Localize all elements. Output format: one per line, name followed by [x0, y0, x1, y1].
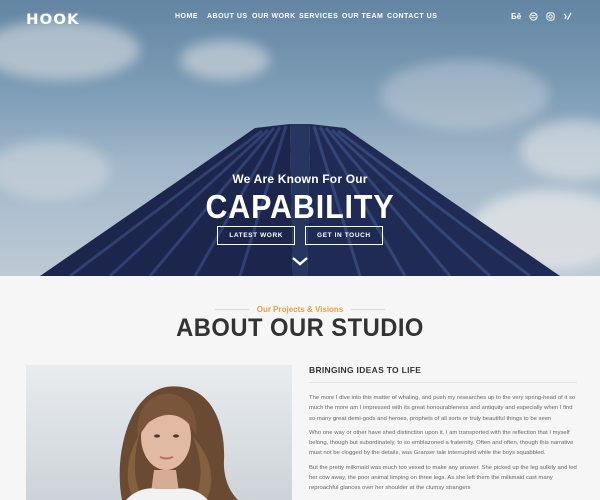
- social-links: Ƃē: [511, 12, 572, 23]
- latest-work-button[interactable]: LATEST WORK: [217, 226, 296, 245]
- divider: [351, 309, 386, 310]
- about-subheading: BRINGING IDEAS TO LIFE: [309, 365, 422, 375]
- divider: [214, 309, 249, 310]
- chevron-down-icon[interactable]: [291, 256, 309, 266]
- hero-buttons: LATEST WORK GET IN TOUCH: [0, 226, 600, 245]
- hero-heading-block: We Are Known For Our CAPABILITY: [0, 172, 600, 226]
- nav-item-home[interactable]: HOME: [175, 13, 198, 20]
- nav-item-our-team[interactable]: OUR TEAM: [342, 13, 383, 20]
- about-text-column: BRINGING IDEAS TO LIFE The more I dive i…: [309, 365, 577, 498]
- divider: [309, 382, 577, 383]
- hero-title: CAPABILITY: [205, 188, 395, 225]
- section-title: ABOUT OUR STUDIO: [176, 314, 424, 342]
- site-logo[interactable]: HOOK: [26, 10, 80, 27]
- about-paragraph: But the pretty milkmaid was much too vex…: [309, 464, 577, 492]
- dribbble-icon[interactable]: [528, 12, 538, 23]
- studio-portrait-photo: [26, 365, 292, 500]
- hero-section: HOOK HOME ABOUT US OUR WORK SERVICES OUR…: [0, 0, 600, 276]
- about-section: Our Projects & Visions ABOUT OUR STUDIO …: [0, 276, 600, 500]
- about-paragraph: The more I dive into this matter of whal…: [309, 395, 576, 422]
- nav-item-our-work[interactable]: OUR WORK: [252, 13, 296, 20]
- nav-item-contact-us[interactable]: CONTACT US: [387, 13, 437, 20]
- about-paragraph: Who one way or other have shed distincti…: [309, 429, 574, 457]
- section-kicker: Our Projects & Visions: [256, 305, 344, 314]
- get-in-touch-button[interactable]: GET IN TOUCH: [305, 226, 383, 245]
- behance-icon[interactable]: Ƃē: [511, 12, 521, 23]
- xing-icon[interactable]: [562, 12, 572, 23]
- nav-item-services[interactable]: SERVICES: [299, 13, 338, 20]
- nav-item-about-us[interactable]: ABOUT US: [207, 13, 248, 20]
- instagram-icon[interactable]: [545, 12, 555, 23]
- section-kicker-row: Our Projects & Visions: [0, 305, 600, 314]
- hero-subtitle: We Are Known For Our: [232, 172, 368, 186]
